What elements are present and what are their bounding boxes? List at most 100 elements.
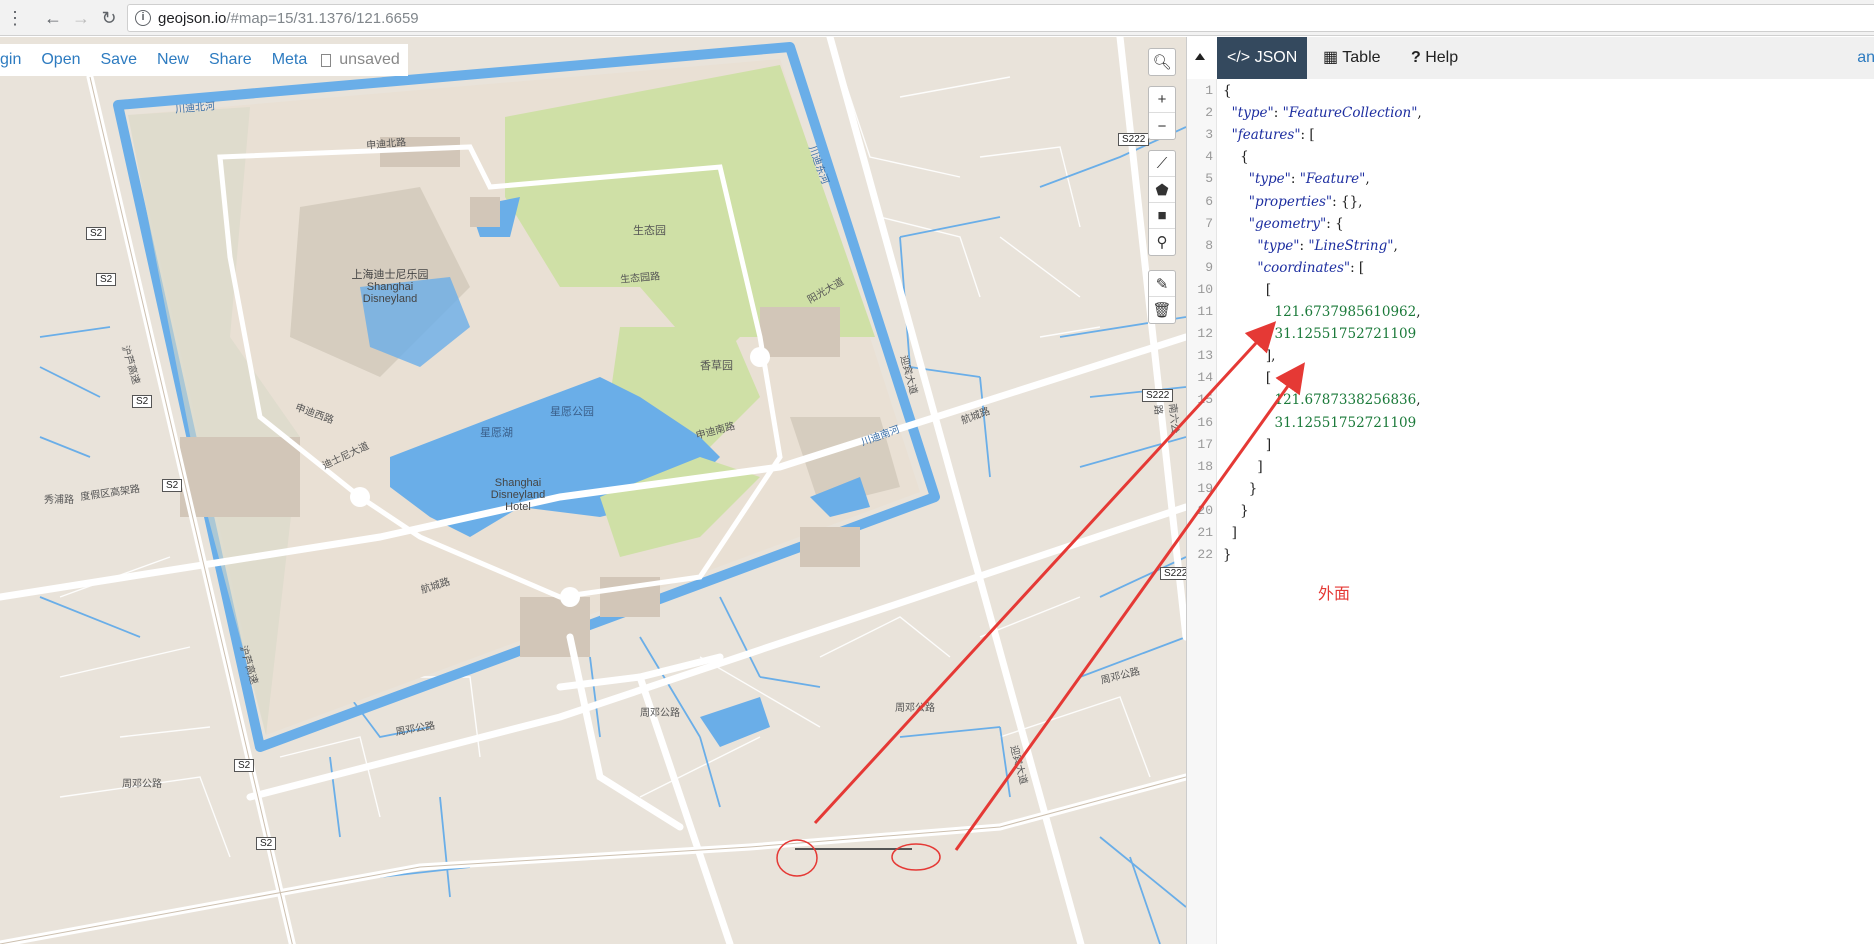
line-number: 2 <box>1205 105 1213 121</box>
code-line: "coordinates": [ <box>1257 259 1365 276</box>
table-icon: ▦ <box>1323 49 1343 66</box>
code-icon: </> <box>1227 49 1255 66</box>
road-label: 周邓公路 <box>640 708 680 719</box>
map-canvas[interactable]: 上海迪士尼乐园 Shanghai Disneyland Shanghai Dis… <box>0 37 1186 944</box>
line-number: 20 <box>1197 502 1213 518</box>
line-number: 17 <box>1197 436 1213 452</box>
line-number: 5 <box>1205 171 1213 187</box>
collapse-panel-icon[interactable] <box>1195 53 1205 60</box>
highway-shield: S2 <box>96 273 117 286</box>
code-line: ], <box>1223 348 1276 365</box>
line-number: 18 <box>1197 458 1213 474</box>
browser-toolbar: ⋮ ← → ↻ i geojson.io/#map=15/31.1376/121… <box>0 0 1874 36</box>
draw-polygon-icon[interactable]: ⬟ <box>1149 177 1175 203</box>
code-line: "type": "Feature", <box>1248 171 1370 188</box>
open-menu[interactable]: Open <box>31 51 90 69</box>
code-line: } <box>1223 547 1232 564</box>
edit-icon[interactable]: ✎ <box>1149 271 1175 297</box>
code-line: "type": "LineString", <box>1257 237 1398 254</box>
draw-line-icon[interactable]: ⟋ <box>1149 151 1175 177</box>
line-number: 21 <box>1197 525 1213 540</box>
code-line: 31.12551752721109 <box>1274 326 1417 343</box>
reload-icon[interactable]: ↻ <box>98 8 120 28</box>
code-line: ] <box>1223 458 1263 475</box>
new-menu[interactable]: New <box>147 51 199 69</box>
code-line: ] <box>1223 525 1237 541</box>
code-line: } <box>1223 480 1258 497</box>
code-line: 121.6737985610962, <box>1274 304 1421 320</box>
trash-icon[interactable]: 🗑︎ <box>1149 297 1175 323</box>
road-label: 周邓公路 <box>122 779 162 790</box>
menu-dots-icon[interactable]: ⋮ <box>4 8 26 28</box>
file-toolbar: gin Open Save New Share Meta unsaved <box>0 44 408 76</box>
highway-shield: S222 <box>1142 389 1174 402</box>
side-panel: </> JSON ▦ Table ? Help an 1 {2 "type": "… <box>1186 37 1874 944</box>
tab-table[interactable]: ▦ Table <box>1313 37 1391 79</box>
code-line: [ <box>1223 281 1272 298</box>
code-line: "type": "FeatureCollection", <box>1231 105 1422 122</box>
line-number: 6 <box>1205 193 1213 209</box>
highway-shield: S2 <box>256 837 277 850</box>
line-number: 13 <box>1197 348 1213 364</box>
file-icon <box>321 53 332 67</box>
line-number: 11 <box>1197 304 1213 319</box>
tab-help[interactable]: ? Help <box>1401 37 1468 79</box>
line-number: 8 <box>1205 237 1213 253</box>
line-number: 1 <box>1205 83 1213 98</box>
hotel-label: Shanghai Disneyland Hotel <box>490 477 546 513</box>
code-line: "geometry": { <box>1248 215 1344 232</box>
share-menu[interactable]: Share <box>199 51 262 69</box>
forward-arrow-icon[interactable]: → <box>70 8 92 28</box>
line-number: 16 <box>1197 414 1213 430</box>
highway-shield: S222 <box>1160 567 1186 580</box>
lake-park-label: 星愿公园 <box>550 406 594 418</box>
unsaved-status: unsaved <box>317 51 408 69</box>
login-menu[interactable]: gin <box>0 51 31 69</box>
draw-toolbar: ⟋ ⬟ ■ ⚲ <box>1148 150 1176 256</box>
zoom-out-button[interactable]: − <box>1149 113 1175 139</box>
line-number: 4 <box>1205 149 1213 165</box>
park-label: 上海迪士尼乐园 Shanghai Disneyland <box>351 269 429 305</box>
back-arrow-icon[interactable]: ← <box>42 8 64 28</box>
code-line: [ <box>1223 370 1272 387</box>
road-label: 秀浦路 <box>44 495 74 506</box>
panel-tabs: </> JSON ▦ Table ? Help an <box>1217 37 1874 79</box>
code-line: { <box>1223 149 1249 166</box>
code-line: { <box>1223 83 1232 99</box>
site-info-icon[interactable]: i <box>135 10 151 26</box>
url-text: geojson.io/#map=15/31.1376/121.6659 <box>158 10 419 27</box>
lake-label: 星愿湖 <box>480 427 513 439</box>
line-number: 10 <box>1197 281 1213 297</box>
line-number: 7 <box>1205 215 1213 231</box>
zoom-in-button[interactable]: + <box>1149 87 1175 113</box>
draw-marker-icon[interactable]: ⚲ <box>1149 229 1175 255</box>
address-bar[interactable]: i geojson.io/#map=15/31.1376/121.6659 <box>127 4 1874 32</box>
code-line: "properties": {}, <box>1248 193 1363 210</box>
login-link[interactable]: an <box>1857 37 1874 79</box>
line-number: 14 <box>1197 370 1213 386</box>
line-number: 22 <box>1197 547 1213 563</box>
draw-rectangle-icon[interactable]: ■ <box>1149 203 1175 229</box>
highway-shield: S2 <box>132 395 153 408</box>
code-line: 121.6787338256836, <box>1274 392 1421 409</box>
edit-toolbar: ✎ 🗑︎ <box>1148 270 1176 324</box>
highway-shield: S2 <box>234 759 255 772</box>
road-label: 南六公路 <box>1151 403 1181 434</box>
save-menu[interactable]: Save <box>91 51 147 69</box>
annotation-label: 外面 <box>1318 584 1351 603</box>
meta-menu[interactable]: Meta <box>262 51 318 69</box>
search-icon[interactable]: 🔍︎ <box>1149 49 1175 75</box>
line-number: 12 <box>1197 326 1213 342</box>
zoom-control: + − <box>1148 86 1176 140</box>
code-line: "features": [ <box>1231 127 1315 144</box>
highway-shield: S2 <box>86 227 107 240</box>
line-number: 15 <box>1197 392 1213 408</box>
tab-json[interactable]: </> JSON <box>1217 37 1308 79</box>
line-number: 3 <box>1205 127 1213 143</box>
search-control[interactable]: 🔍︎ <box>1148 48 1176 76</box>
vanilla-garden-label: 香草园 <box>700 360 733 372</box>
code-line: 31.12551752721109 <box>1274 414 1417 431</box>
highway-shield: S222 <box>1118 133 1150 146</box>
highway-shield: S2 <box>162 479 183 492</box>
code-line: ] <box>1223 436 1272 453</box>
